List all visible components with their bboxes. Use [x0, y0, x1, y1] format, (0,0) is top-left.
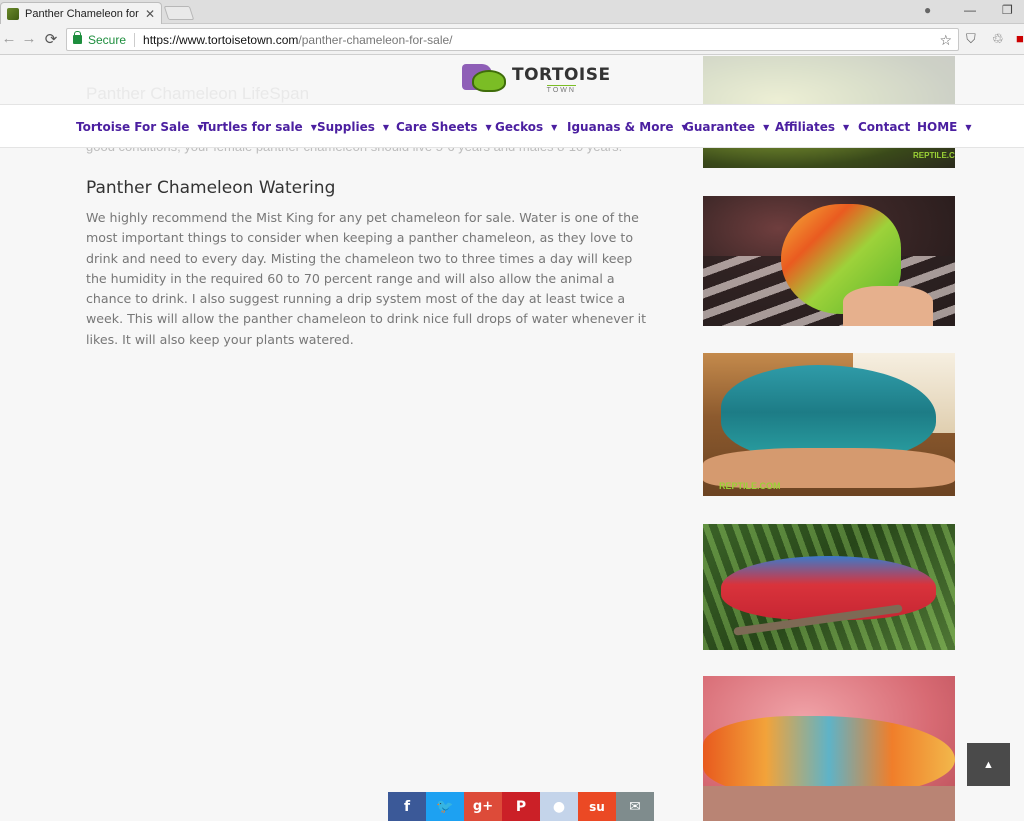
email-icon: ✉	[629, 798, 641, 815]
hand-figure	[703, 786, 955, 821]
nav-label: Supplies	[317, 120, 375, 134]
chevron-down-icon: ▼	[763, 122, 770, 132]
pinterest-share-button[interactable]: P	[502, 792, 540, 821]
site-favicon-icon	[7, 7, 19, 20]
chevron-down-icon: ▼	[551, 122, 558, 132]
nav-label: Turtles for sale	[201, 120, 303, 134]
nav-label: HOME	[917, 120, 958, 134]
nav-item-affiliates[interactable]: Affiliates ▼	[775, 105, 849, 149]
facebook-icon: f	[403, 798, 411, 815]
restore-icon[interactable]: ❐	[1002, 3, 1013, 17]
nav-label: Guarantee	[684, 120, 756, 134]
logo-subtitle: TOWN	[546, 84, 576, 94]
sidebar-image-chameleon-5[interactable]	[703, 676, 955, 821]
new-tab-button[interactable]	[163, 6, 195, 20]
omnibox-separator	[134, 32, 136, 47]
reptile-watermark-3: REPTILE.COM	[719, 481, 781, 491]
chevron-up-icon: ▲	[983, 758, 994, 771]
reddit-icon: ●	[552, 798, 566, 815]
sidebar-image-chameleon-2[interactable]	[703, 196, 955, 326]
twitter-icon: 🐦	[436, 798, 454, 815]
bookmark-star-icon[interactable]: ☆	[939, 32, 952, 49]
stumbleupon-share-button[interactable]: su	[578, 792, 616, 821]
minimize-icon[interactable]: —	[964, 3, 976, 17]
tab-close-icon[interactable]: ✕	[145, 7, 155, 21]
back-icon[interactable]: ←	[0, 30, 18, 47]
article-content: Panther Chameleon Watering We highly rec…	[86, 178, 651, 350]
nav-label: Care Sheets	[396, 120, 478, 134]
chevron-down-icon: ▼	[843, 122, 850, 132]
sidebar-image-chameleon-4[interactable]	[703, 524, 955, 650]
nav-item-guarantee[interactable]: Guarantee ▼	[684, 105, 769, 149]
reptile-watermark-1: REPTILE.COM	[913, 151, 955, 160]
scroll-to-top-button[interactable]: ▲	[967, 743, 1010, 786]
site-logo[interactable]: TORTOISE TOWN	[462, 62, 611, 96]
nav-label: Iguanas & More	[567, 120, 674, 134]
nav-item-geckos[interactable]: Geckos ▼	[495, 105, 557, 149]
web-page: Panther Chameleon LifeSpan good conditio…	[0, 56, 1024, 821]
tab-title: Panther Chameleon for sa	[25, 7, 141, 20]
secure-label: Secure	[88, 32, 127, 47]
chevron-down-icon: ▼	[965, 122, 972, 132]
reload-icon[interactable]: ⟳	[42, 30, 60, 48]
nav-item-contact[interactable]: Contact	[858, 105, 910, 149]
chameleon-figure	[721, 556, 936, 620]
address-bar[interactable]: Secure https://www.tortoisetown.com /pan…	[66, 28, 959, 51]
email-share-button[interactable]: ✉	[616, 792, 654, 821]
chameleon-figure	[703, 716, 955, 796]
nav-item-home[interactable]: HOME ▼	[917, 105, 972, 149]
nav-item-care-sheets[interactable]: Care Sheets ▼	[396, 105, 492, 149]
section-heading-watering: Panther Chameleon Watering	[86, 178, 336, 198]
nav-item-turtles-for-sale[interactable]: Turtles for sale ▼	[201, 105, 317, 149]
url-host: https://www.tortoisetown.com	[143, 32, 299, 47]
chevron-down-icon: ▼	[310, 122, 317, 132]
forward-icon[interactable]: →	[20, 30, 38, 47]
social-share-bar: f 🐦 g+ P ● su ✉	[388, 792, 654, 821]
main-navigation: Tortoise For Sale ▼ Turtles for sale ▼ Sup…	[0, 104, 1024, 148]
nav-item-iguanas-more[interactable]: Iguanas & More ▼	[567, 105, 688, 149]
extension-sync-icon[interactable]: ♲	[992, 31, 1004, 47]
account-icon[interactable]: ●	[924, 3, 931, 17]
chevron-down-icon: ▼	[382, 122, 390, 132]
google-plus-share-button[interactable]: g+	[464, 792, 502, 821]
stumbleupon-icon: su	[589, 799, 605, 814]
url-path: /panther-chameleon-for-sale/	[298, 32, 453, 47]
lock-icon	[73, 31, 82, 44]
sidebar-image-chameleon-3[interactable]: REPTILE.COM	[703, 353, 955, 496]
reddit-share-button[interactable]: ●	[540, 792, 578, 821]
chevron-down-icon: ▼	[485, 122, 492, 132]
nav-item-supplies[interactable]: Supplies ▼	[317, 105, 389, 149]
nav-label: Tortoise For Sale	[76, 120, 190, 134]
tortoise-logo-icon	[462, 62, 510, 96]
browser-toolbar: ← → ⟳ Secure https://www.tortoisetown.co…	[0, 24, 1024, 55]
nav-label: Contact	[858, 120, 911, 134]
pinterest-icon: P	[515, 798, 527, 815]
browser-tab[interactable]: Panther Chameleon for sa ✕	[0, 2, 162, 24]
site-header: TORTOISE TOWN Tortoise For Sale ▼ Turtles…	[0, 56, 1024, 148]
extension-shield-icon[interactable]: ■	[1016, 31, 1024, 46]
browser-tab-bar: Panther Chameleon for sa ✕ ● — ❐	[0, 0, 1024, 24]
nav-label: Geckos	[495, 120, 544, 134]
facebook-share-button[interactable]: f	[388, 792, 426, 821]
hand-figure	[843, 286, 933, 326]
twitter-share-button[interactable]: 🐦	[426, 792, 464, 821]
nav-label: Affiliates	[775, 120, 836, 134]
google-plus-icon: g+	[472, 799, 494, 814]
extension-pocket-icon[interactable]: ⛉	[966, 31, 976, 47]
logo-name: TORTOISE	[512, 64, 611, 85]
nav-item-tortoise-for-sale[interactable]: Tortoise For Sale ▼	[76, 105, 204, 149]
section-paragraph-watering: We highly recommend the Mist King for an…	[86, 210, 647, 347]
